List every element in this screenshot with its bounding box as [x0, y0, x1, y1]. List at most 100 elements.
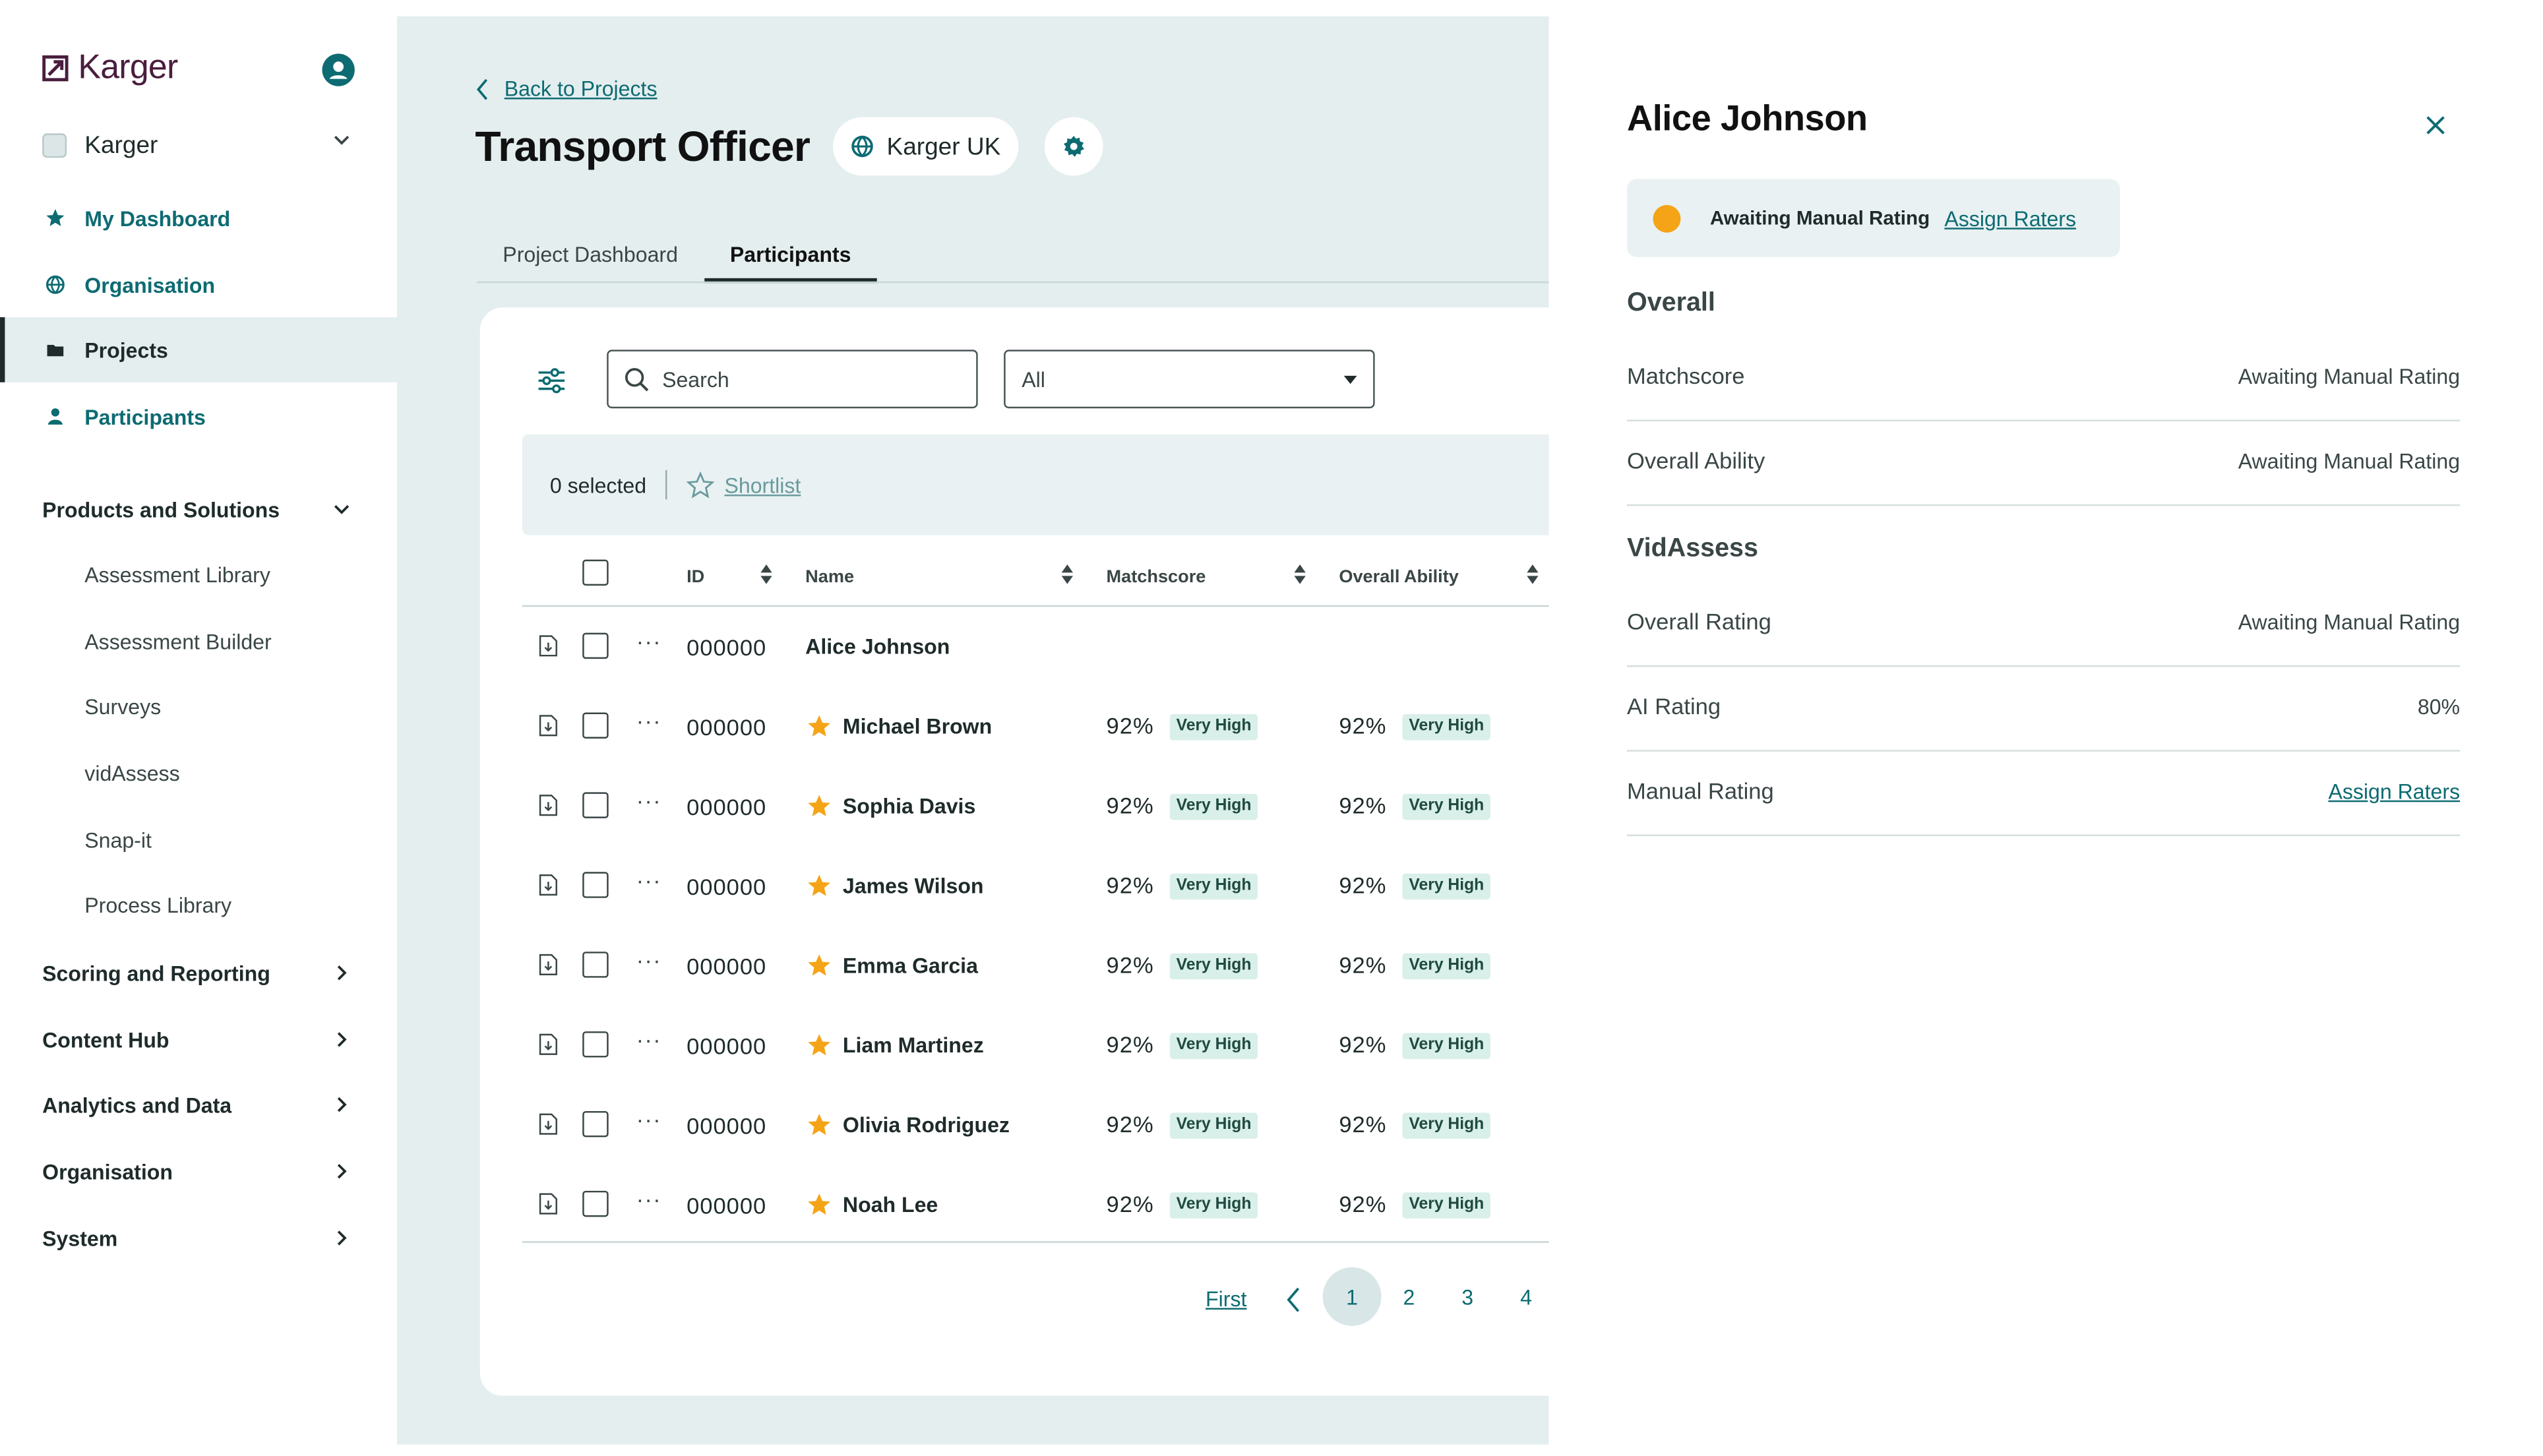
row-checkbox[interactable]: [582, 1031, 609, 1058]
row-checkbox[interactable]: [582, 1110, 609, 1138]
sort-icon[interactable]: [1526, 563, 1539, 586]
shortlist-label: Shortlist: [724, 472, 801, 497]
sub-item-assessment-builder[interactable]: Assessment Builder: [84, 630, 271, 654]
organisation-pill[interactable]: Karger UK: [833, 117, 1019, 176]
tab-project-dashboard[interactable]: Project Dashboard: [477, 234, 704, 283]
participant-name[interactable]: Liam Martinez: [843, 1033, 984, 1058]
shortlist-star-icon[interactable]: [807, 794, 832, 818]
sub-item-process-library[interactable]: Process Library: [84, 893, 231, 917]
shortlist-button[interactable]: Shortlist: [687, 471, 801, 499]
status-filter-select[interactable]: All: [1004, 349, 1375, 409]
sub-item-snap-it[interactable]: Snap-it: [84, 828, 152, 853]
section-scoring-and-reporting[interactable]: Scoring and Reporting: [42, 957, 355, 989]
column-header-id[interactable]: ID: [687, 568, 704, 588]
document-icon[interactable]: [539, 714, 559, 737]
table-row[interactable]: ··· 000000 Olivia Rodriguez 92% Very Hig…: [522, 1087, 1619, 1165]
page-3-button[interactable]: 3: [1438, 1267, 1497, 1326]
document-icon[interactable]: [539, 954, 559, 977]
sort-icon[interactable]: [760, 563, 773, 586]
table-row[interactable]: ··· 000000 James Wilson 92% Very High 92…: [522, 847, 1619, 925]
org-switcher-label: Karger: [84, 131, 158, 159]
row-checkbox[interactable]: [582, 632, 609, 659]
tab-participants[interactable]: Participants: [704, 234, 877, 284]
nav-projects[interactable]: Projects: [0, 317, 397, 382]
pagination-first-link[interactable]: First: [1206, 1287, 1246, 1311]
column-header-name[interactable]: Name: [805, 568, 854, 588]
table-row[interactable]: ··· 000000 Alice Johnson: [522, 609, 1619, 686]
section-products-and-solutions[interactable]: Products and Solutions: [42, 493, 355, 526]
user-account-icon[interactable]: [322, 53, 355, 86]
sub-item-assessment-library[interactable]: Assessment Library: [84, 563, 270, 588]
nav-organisation[interactable]: Organisation: [0, 252, 397, 317]
search-input[interactable]: Search: [607, 349, 978, 409]
row-checkbox[interactable]: [582, 792, 609, 818]
organisation-switcher[interactable]: Karger: [42, 127, 355, 162]
sort-icon[interactable]: [1060, 563, 1074, 586]
column-header-matchscore[interactable]: Matchscore: [1107, 568, 1206, 588]
participant-name[interactable]: Michael Brown: [843, 714, 992, 739]
sub-item-surveys[interactable]: Surveys: [84, 694, 161, 719]
participant-name[interactable]: James Wilson: [843, 874, 984, 898]
section-system[interactable]: System: [42, 1222, 355, 1254]
selected-count: 0 selected: [549, 472, 647, 497]
document-icon[interactable]: [539, 1033, 559, 1056]
row-checkbox[interactable]: [582, 952, 609, 978]
participant-name[interactable]: Alice Johnson: [805, 634, 950, 659]
more-options-icon[interactable]: ···: [636, 1027, 661, 1052]
shortlist-star-icon[interactable]: [807, 1033, 832, 1058]
nav-my-dashboard[interactable]: My Dashboard: [0, 185, 397, 251]
more-options-icon[interactable]: ···: [636, 947, 661, 973]
sort-icon[interactable]: [1293, 563, 1306, 586]
table-row[interactable]: ··· 000000 Noah Lee 92% Very High 92% Ve…: [522, 1167, 1619, 1244]
page-1-button[interactable]: 1: [1322, 1267, 1382, 1326]
section-content-hub[interactable]: Content Hub: [42, 1023, 355, 1056]
nav-participants[interactable]: Participants: [0, 384, 397, 449]
document-icon[interactable]: [539, 1192, 559, 1215]
shortlist-star-icon[interactable]: [807, 1192, 832, 1217]
participant-name[interactable]: Olivia Rodriguez: [843, 1112, 1010, 1137]
more-options-icon[interactable]: ···: [636, 867, 661, 893]
close-icon[interactable]: [2424, 114, 2447, 137]
back-to-projects-link[interactable]: Back to Projects: [475, 76, 658, 101]
project-settings-button[interactable]: [1044, 117, 1103, 176]
row-checkbox[interactable]: [582, 872, 609, 898]
detail-label: Matchscore: [1627, 363, 1745, 389]
shortlist-star-icon[interactable]: [807, 874, 832, 898]
column-header-overall-ability[interactable]: Overall Ability: [1339, 568, 1458, 588]
more-options-icon[interactable]: ···: [636, 628, 661, 653]
more-options-icon[interactable]: ···: [636, 1107, 661, 1132]
document-icon[interactable]: [539, 874, 559, 897]
more-options-icon[interactable]: ···: [636, 1186, 661, 1211]
divider: [665, 470, 668, 500]
more-options-icon[interactable]: ···: [636, 787, 661, 813]
document-icon[interactable]: [539, 634, 559, 657]
filter-sliders-icon[interactable]: [537, 368, 566, 394]
participant-name[interactable]: Emma Garcia: [843, 954, 978, 978]
chevron-left-icon[interactable]: [1285, 1287, 1302, 1312]
page-2-button[interactable]: 2: [1380, 1267, 1438, 1326]
table-row[interactable]: ··· 000000 Liam Martinez 92% Very High 9…: [522, 1007, 1619, 1085]
document-icon[interactable]: [539, 794, 559, 817]
participant-id: 000000: [687, 634, 767, 661]
shortlist-star-icon[interactable]: [807, 954, 832, 978]
page-4-button[interactable]: 4: [1497, 1267, 1556, 1326]
shortlist-star-icon[interactable]: [807, 1112, 832, 1137]
select-all-checkbox[interactable]: [582, 559, 609, 586]
document-icon[interactable]: [539, 1112, 559, 1136]
row-checkbox[interactable]: [582, 1190, 609, 1217]
assign-raters-link[interactable]: Assign Raters: [2328, 779, 2460, 804]
section-organisation[interactable]: Organisation: [42, 1155, 355, 1188]
participant-name[interactable]: Sophia Davis: [843, 794, 975, 818]
assign-raters-link[interactable]: Assign Raters: [1944, 206, 2076, 230]
participant-name-heading: Alice Johnson: [1627, 98, 1868, 138]
shortlist-star-icon[interactable]: [807, 714, 832, 739]
brand-logo[interactable]: Karger: [42, 49, 178, 88]
sub-item-vidassess[interactable]: vidAssess: [84, 762, 179, 786]
row-checkbox[interactable]: [582, 712, 609, 739]
table-row[interactable]: ··· 000000 Emma Garcia 92% Very High 92%…: [522, 927, 1619, 1005]
section-analytics-and-data[interactable]: Analytics and Data: [42, 1088, 355, 1120]
table-row[interactable]: ··· 000000 Sophia Davis 92% Very High 92…: [522, 768, 1619, 845]
participant-name[interactable]: Noah Lee: [843, 1192, 938, 1217]
table-row[interactable]: ··· 000000 Michael Brown 92% Very High 9…: [522, 688, 1619, 766]
more-options-icon[interactable]: ···: [636, 708, 661, 733]
